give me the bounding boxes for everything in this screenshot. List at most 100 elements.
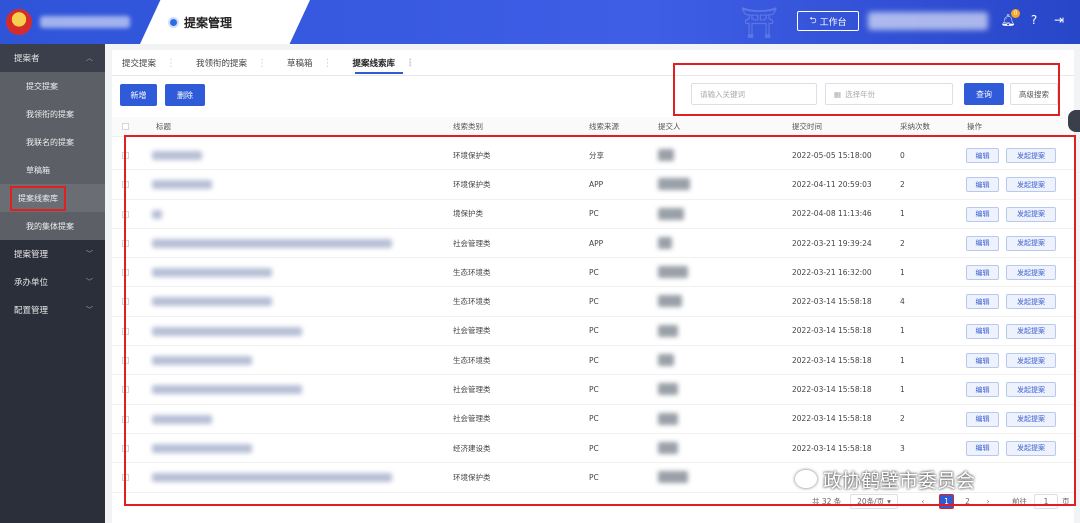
edit-button[interactable]: 编辑 [966, 265, 999, 281]
new-button[interactable]: 新增 [120, 84, 157, 106]
row-title-redacted[interactable] [152, 268, 272, 278]
row-checkbox[interactable] [122, 474, 129, 482]
sidebar-item-cosigned[interactable]: 我联名的提案 [0, 128, 105, 156]
goto-label: 前往 [1012, 497, 1027, 506]
page-1[interactable]: 1 [939, 494, 954, 509]
row-time: 2022-03-21 19:39:24 [792, 238, 872, 248]
col-ops: 操作 [967, 122, 982, 131]
edit-button[interactable]: 编辑 [966, 323, 999, 339]
row-checkbox[interactable] [122, 444, 129, 452]
edit-button[interactable]: 编辑 [966, 382, 999, 398]
edit-button[interactable]: 编辑 [966, 148, 999, 163]
year-placeholder: 选择年份 [845, 89, 876, 99]
row-checkbox[interactable] [122, 327, 129, 335]
row-source: PC [589, 414, 599, 424]
row-checkbox[interactable] [122, 181, 129, 189]
row-title-redacted[interactable] [152, 414, 212, 424]
row-checkbox[interactable] [122, 357, 129, 365]
sidebar-group-proposer[interactable]: 提案者 ︿ [0, 44, 105, 72]
row-checkbox[interactable] [122, 386, 129, 394]
sidebar-group-label: 提案管理 [14, 250, 49, 260]
help-icon[interactable]: ? [1027, 13, 1041, 27]
goto-input[interactable]: 1 [1034, 494, 1058, 509]
delete-button[interactable]: 删除 [165, 84, 205, 106]
sidebar-item-drafts[interactable]: 草稿箱 [0, 156, 105, 184]
row-adopt-count: 3 [900, 443, 905, 453]
side-float-tab[interactable] [1068, 110, 1080, 132]
row-title-redacted[interactable] [152, 326, 302, 336]
row-checkbox[interactable] [122, 298, 129, 306]
sidebar-group-config[interactable]: 配置管理 ﹀ [0, 296, 105, 324]
row-checkbox[interactable] [122, 415, 129, 423]
sidebar-group-proposal-mgmt[interactable]: 提案管理 ﹀ [0, 240, 105, 268]
advanced-search-button[interactable]: 高级搜索 [1010, 83, 1058, 105]
sidebar-group-label: 配置管理 [14, 306, 49, 316]
tab-clue-library[interactable]: 提案线索库 ⋮ [343, 50, 426, 76]
workbench-button[interactable]: ⮌ 工作台 [797, 11, 859, 31]
edit-button[interactable]: 编辑 [966, 177, 999, 193]
row-checkbox[interactable] [122, 239, 129, 247]
row-category: 社会管理类 [453, 326, 491, 336]
row-title-redacted[interactable] [152, 473, 392, 483]
tab-drafts[interactable]: 草稿箱 ⋮ [277, 50, 343, 76]
propose-button[interactable]: 发起提案 [1006, 177, 1056, 193]
edit-button[interactable]: 编辑 [966, 353, 999, 369]
table-body: 环境保护类 分享 2022-05-05 15:18:00 0 编辑 发起提案 环境保护类 AP… [112, 141, 1074, 493]
propose-button[interactable]: 发起提案 [1006, 323, 1056, 339]
row-category: 境保护类 [453, 209, 483, 219]
sidebar-item-submit[interactable]: 提交提案 [0, 72, 105, 100]
sidebar-item-clue-library[interactable]: 提案线索库 [0, 184, 105, 212]
row-checkbox[interactable] [122, 269, 129, 277]
sidebar-item-collective[interactable]: 我的集体提案 [0, 212, 105, 240]
propose-button[interactable]: 发起提案 [1006, 265, 1056, 281]
tab-submit[interactable]: 提交提案 ⋮ [112, 50, 186, 76]
row-title-redacted[interactable] [152, 180, 212, 190]
tab-led[interactable]: 我领衔的提案 ⋮ [186, 50, 277, 76]
select-all-checkbox[interactable] [122, 123, 129, 130]
prev-page-icon[interactable]: ‹ [917, 494, 929, 509]
page-size-select[interactable]: 20条/页 ▾ [850, 494, 898, 509]
edit-button[interactable]: 编辑 [966, 440, 999, 456]
row-adopt-count: 1 [900, 355, 905, 365]
row-title-redacted[interactable] [152, 356, 252, 366]
row-category: 环境保护类 [453, 150, 491, 160]
row-checkbox[interactable] [122, 152, 129, 159]
row-submitter-redacted [658, 383, 678, 396]
propose-button[interactable]: 发起提案 [1006, 411, 1056, 427]
propose-button[interactable]: 发起提案 [1006, 148, 1056, 163]
propose-button[interactable]: 发起提案 [1006, 294, 1056, 310]
row-title-redacted[interactable] [152, 385, 302, 395]
edit-button[interactable]: 编辑 [966, 235, 999, 251]
search-button[interactable]: 查询 [964, 83, 1004, 105]
header-decoration: ⛩ [740, 6, 779, 41]
tab-label: 草稿箱 [287, 59, 313, 69]
watermark: 政协鹤壁市委员会 [795, 464, 1045, 494]
keyword-input[interactable]: 请输入关键词 [691, 83, 817, 105]
row-adopt-count: 1 [900, 385, 905, 395]
logout-icon[interactable]: ⇥ [1052, 13, 1066, 27]
page-unit-label: 页 [1062, 497, 1070, 506]
main-panel: 提交提案 ⋮ 我领衔的提案 ⋮ 草稿箱 ⋮ 提案线索库 ⋮ 新增 删除 请输入关键词 ▦… [112, 50, 1074, 523]
row-title-redacted[interactable] [152, 238, 392, 248]
workbench-label: 工作台 [819, 17, 847, 28]
propose-button[interactable]: 发起提案 [1006, 206, 1056, 222]
edit-button[interactable]: 编辑 [966, 206, 999, 222]
propose-button[interactable]: 发起提案 [1006, 235, 1056, 251]
row-title-redacted[interactable] [152, 297, 272, 307]
edit-button[interactable]: 编辑 [966, 294, 999, 310]
sidebar-item-led[interactable]: 我领衔的提案 [0, 100, 105, 128]
user-info-redacted[interactable] [868, 12, 988, 30]
year-select[interactable]: ▦ 选择年份 [825, 83, 953, 105]
row-adopt-count: 2 [900, 414, 905, 424]
edit-button[interactable]: 编辑 [966, 411, 999, 427]
next-page-icon[interactable]: › [982, 494, 994, 509]
propose-button[interactable]: 发起提案 [1006, 440, 1056, 456]
row-title-redacted[interactable] [152, 209, 162, 219]
row-checkbox[interactable] [122, 210, 129, 218]
row-title-redacted[interactable] [152, 443, 252, 453]
row-title-redacted[interactable] [152, 151, 202, 160]
propose-button[interactable]: 发起提案 [1006, 353, 1056, 369]
page-2[interactable]: 2 [960, 494, 975, 509]
propose-button[interactable]: 发起提案 [1006, 382, 1056, 398]
sidebar-group-undertaker[interactable]: 承办单位 ﹀ [0, 268, 105, 296]
